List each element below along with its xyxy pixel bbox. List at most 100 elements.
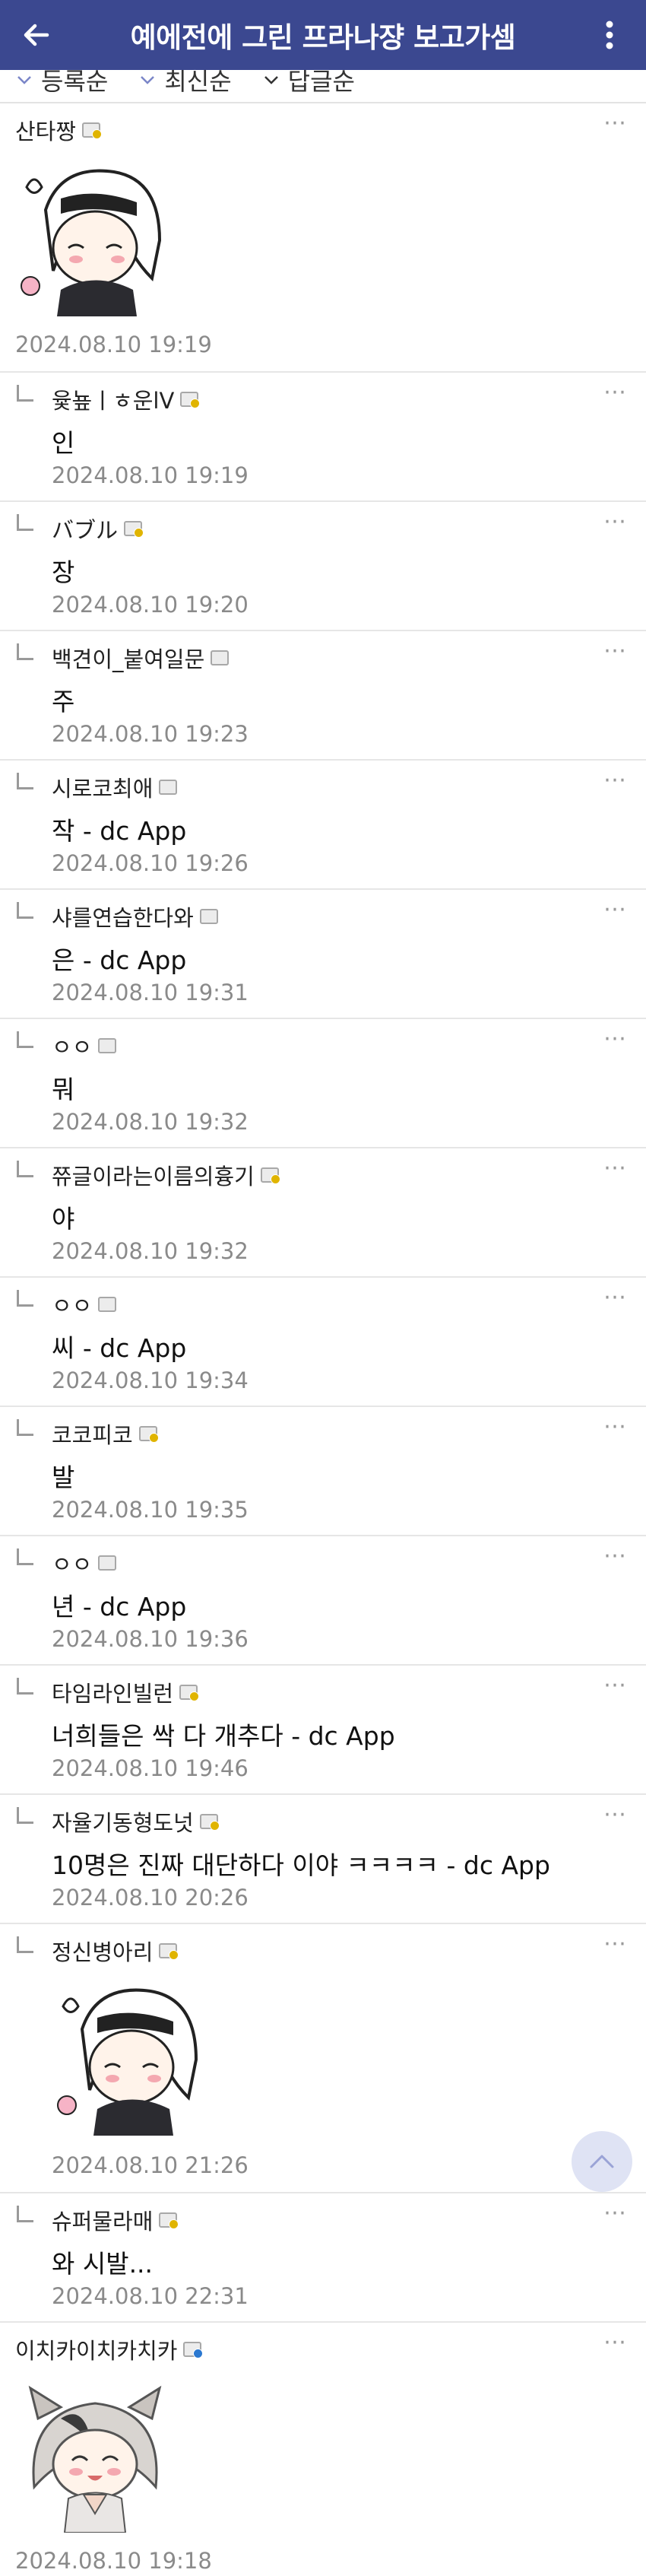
comment-date: 2024.08.10 19:19 — [52, 462, 249, 488]
comment-date: 2024.08.10 22:31 — [52, 2283, 249, 2309]
chevron-down-icon — [141, 76, 155, 84]
author-name: 정신병아리 — [52, 1939, 154, 1965]
member-badge-icon — [98, 1297, 117, 1312]
comment-menu-button[interactable]: ⋯ — [603, 1672, 628, 1698]
comment-text: 너희들은 싹 다 개추다 - dc App — [52, 1721, 395, 1751]
author-name: ㅇㅇ — [52, 1552, 93, 1577]
reply-arrow-icon — [17, 773, 33, 789]
comment-author[interactable]: 백견이_붙여일문 — [52, 642, 230, 674]
comment-author[interactable]: 시로코최애 — [52, 771, 178, 803]
reply-arrow-icon — [17, 1678, 33, 1695]
reply-item: ㅇㅇ ⋯ 씨 - dc App 2024.08.10 19:34 — [0, 1278, 646, 1407]
comment-author[interactable]: 타임라인빌런 — [52, 1676, 200, 1708]
reply-arrow-icon — [17, 902, 33, 919]
comment-author[interactable]: 쮸글이라는이름의흉기 — [52, 1159, 280, 1191]
member-badge-icon — [138, 1426, 159, 1443]
author-name: ㅇㅇ — [52, 1293, 93, 1319]
member-badge-icon — [159, 1943, 179, 1960]
comment-author[interactable]: 윷눂ㅣㅎ운lV — [52, 383, 201, 415]
reply-item: 슈퍼물라매 ⋯ 와 시발... 2024.08.10 22:31 — [0, 2193, 646, 2323]
comment-menu-button[interactable]: ⋯ — [603, 1025, 628, 1052]
comment-menu-button[interactable]: ⋯ — [603, 637, 628, 664]
comment-author[interactable]: ㅇㅇ — [52, 1030, 117, 1062]
comment-menu-button[interactable]: ⋯ — [603, 2329, 628, 2355]
comment-menu-button[interactable]: ⋯ — [603, 379, 628, 405]
scroll-top-icon — [590, 2155, 614, 2168]
comment-author[interactable]: ㅇㅇ — [52, 1547, 117, 1579]
reply-item: 윷눂ㅣㅎ운lV ⋯ 인 2024.08.10 19:19 — [0, 373, 646, 502]
comment-date: 2024.08.10 21:26 — [52, 2152, 249, 2178]
member-badge-icon — [260, 1167, 280, 1184]
reply-item: 자율기동형도넛 ⋯ 10명은 진짜 대단하다 이야 ㅋㅋㅋㅋ - dc App … — [0, 1795, 646, 1924]
reply-arrow-icon — [17, 1936, 33, 1953]
comment-author[interactable]: 코코피코 — [52, 1418, 159, 1450]
member-badge-icon — [199, 1814, 220, 1831]
comment-author[interactable]: 이치카이치카치카 — [15, 2333, 204, 2365]
member-badge-icon — [211, 650, 230, 665]
comment-text: 장 — [52, 557, 75, 587]
author-name: 슈퍼물라매 — [52, 2209, 154, 2235]
comment-menu-button[interactable]: ⋯ — [603, 1542, 628, 1569]
app-bar: 예에전에 그린 프라나쟝 보고가셈 — [0, 0, 646, 70]
comment-date: 2024.08.10 19:36 — [52, 1626, 249, 1652]
comment-date: 2024.08.10 19:46 — [52, 1755, 249, 1781]
comment-author[interactable]: 샤를연습한다와 — [52, 900, 218, 932]
reply-item: 코코피코 ⋯ 발 2024.08.10 19:35 — [0, 1407, 646, 1536]
author-name: 타임라인빌런 — [52, 1681, 174, 1707]
reply-item: バブル ⋯ 장 2024.08.10 19:20 — [0, 502, 646, 631]
reply-arrow-icon — [17, 1290, 33, 1307]
comment-menu-button[interactable]: ⋯ — [603, 1155, 628, 1181]
member-badge-icon — [180, 392, 201, 408]
reply-item: 쮸글이라는이름의흉기 ⋯ 야 2024.08.10 19:32 — [0, 1148, 646, 1278]
comment-menu-button[interactable]: ⋯ — [603, 896, 628, 923]
reply-arrow-icon — [17, 1548, 33, 1565]
comment-author[interactable]: ㅇㅇ — [52, 1288, 117, 1320]
comment-menu-button[interactable]: ⋯ — [603, 767, 628, 793]
member-badge-icon — [82, 122, 103, 139]
comment-menu-button[interactable]: ⋯ — [603, 2200, 628, 2226]
author-name: 이치카이치카치카 — [15, 2338, 178, 2364]
reply-item: 타임라인빌런 ⋯ 너희들은 싹 다 개추다 - dc App 2024.08.1… — [0, 1666, 646, 1795]
chevron-down-icon — [17, 76, 31, 84]
member-badge-icon — [98, 1038, 117, 1053]
comment-menu-button[interactable]: ⋯ — [603, 508, 628, 535]
reply-arrow-icon — [17, 643, 33, 660]
member-badge-icon — [179, 1685, 200, 1701]
comment-menu-button[interactable]: ⋯ — [603, 110, 628, 136]
comment-author[interactable]: 산타짱 — [15, 114, 103, 146]
comment-date: 2024.08.10 19:32 — [52, 1109, 249, 1135]
sticker-image — [15, 157, 175, 316]
reply-item: 백견이_붙여일문 ⋯ 주 2024.08.10 19:23 — [0, 631, 646, 761]
comment-date: 2024.08.10 19:26 — [52, 850, 249, 876]
comment-text: 씨 - dc App — [52, 1333, 187, 1363]
comment-date: 2024.08.10 19:23 — [52, 721, 249, 747]
comment-item: 이치카이치카치카 ⋯ 2024.08.10 19:18 — [0, 2323, 646, 2576]
author-name: 코코피코 — [52, 1422, 133, 1448]
more-menu-button[interactable] — [573, 0, 646, 70]
comment-date: 2024.08.10 19:32 — [52, 1238, 249, 1264]
comment-menu-button[interactable]: ⋯ — [603, 1284, 628, 1310]
comment-author[interactable]: バブル — [52, 513, 144, 545]
sticker-image — [52, 1976, 211, 2136]
back-button[interactable] — [0, 0, 73, 70]
comment-author[interactable]: 슈퍼물라매 — [52, 2204, 179, 2236]
comment-date: 2024.08.10 19:31 — [52, 980, 249, 1005]
comment-menu-button[interactable]: ⋯ — [603, 1801, 628, 1828]
reply-item: 정신병아리 ⋯ 2024.08.10 21:26 — [0, 1924, 646, 2193]
scroll-top-button[interactable] — [572, 2131, 632, 2192]
author-name: 백견이_붙여일문 — [52, 646, 205, 672]
comment-author[interactable]: 자율기동형도넛 — [52, 1806, 220, 1838]
member-badge-icon — [159, 2212, 179, 2229]
comment-text: 인 — [52, 428, 75, 458]
comment-text: 작 - dc App — [52, 816, 187, 846]
comment-text: 주 — [52, 687, 75, 716]
reply-arrow-icon — [17, 2206, 33, 2222]
comment-menu-button[interactable]: ⋯ — [603, 1930, 628, 1957]
comment-menu-button[interactable]: ⋯ — [603, 1413, 628, 1440]
comment-author[interactable]: 정신병아리 — [52, 1935, 179, 1967]
reply-item: ㅇㅇ ⋯ 뭐 2024.08.10 19:32 — [0, 1019, 646, 1148]
reply-arrow-icon — [17, 1419, 33, 1436]
comment-date: 2024.08.10 20:26 — [52, 1885, 249, 1911]
author-name: 시로코최애 — [52, 776, 154, 802]
member-badge-icon — [159, 780, 178, 795]
